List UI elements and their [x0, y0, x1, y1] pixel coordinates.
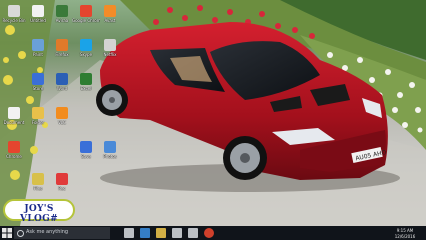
chrome-icon	[8, 141, 20, 153]
desktop-icon-folder[interactable]: Folder	[27, 106, 49, 132]
store-icon[interactable]	[172, 228, 182, 238]
save-icon	[80, 141, 92, 153]
desktop-icon-vlc[interactable]: VLC	[51, 106, 73, 132]
search-placeholder: Ask me anything	[26, 229, 69, 235]
netflix-icon	[104, 39, 116, 51]
desktop-icon-save[interactable]: Save	[75, 140, 97, 166]
desktop-icon-firefox[interactable]: Firefox	[51, 38, 73, 64]
avast-icon	[104, 5, 116, 17]
chrome-taskbar-icon[interactable]	[204, 228, 214, 238]
edge-icon[interactable]	[140, 228, 150, 238]
document-icon	[32, 5, 44, 17]
recycle-bin-icon	[8, 5, 20, 17]
document-icon	[8, 107, 20, 119]
record-icon	[56, 173, 68, 185]
aviraa-icon	[56, 5, 68, 17]
taskbar: Ask me anything 9:15 AM 12/6/2016	[0, 226, 426, 240]
desktop-icon-skype[interactable]: Skype	[75, 38, 97, 64]
desktop-icon-chrome[interactable]: Chrome	[3, 140, 25, 166]
desktop-icon-rec[interactable]: Rec	[51, 172, 73, 198]
desktop-icon-untitled[interactable]: Untitled	[27, 4, 49, 30]
excel-icon	[80, 73, 92, 85]
windows-start-icon[interactable]	[2, 228, 12, 238]
clock-date: 12/6/2016	[394, 234, 416, 239]
search-icon	[17, 230, 24, 237]
paint-icon	[32, 39, 44, 51]
desktop-icon-word[interactable]: Word	[51, 72, 73, 98]
cortana-search-box[interactable]: Ask me anything	[14, 227, 110, 239]
clock[interactable]: 9:15 AM 12/6/2016	[390, 228, 420, 240]
desktop-icon-document[interactable]: Document	[3, 106, 25, 132]
mail-icon[interactable]	[188, 228, 198, 238]
vlc-icon	[56, 107, 68, 119]
desktop-icon-files[interactable]: Files	[27, 172, 49, 198]
desktop-icon-paint[interactable]: Paint	[27, 38, 49, 64]
file-explorer-icon[interactable]	[156, 228, 166, 238]
desktop-icon-store[interactable]: Store	[27, 72, 49, 98]
skype-icon	[80, 39, 92, 51]
desktop-screen: AU05 AHO Recycle Bin Untitled Aviraa Goo…	[0, 0, 426, 240]
desktop-icon-photos[interactable]: Photos	[99, 140, 121, 166]
desktop-icon-google-chrome[interactable]: Google Chrome	[72, 4, 100, 30]
chrome-icon	[80, 5, 92, 17]
folder-icon	[32, 107, 44, 119]
word-icon	[56, 73, 68, 85]
desktop-icon-excel[interactable]: Excel	[75, 72, 97, 98]
desktop-icon-netflix[interactable]: Netflix	[99, 38, 121, 64]
desktop-icon-recycle-bin[interactable]: Recycle Bin	[2, 4, 26, 30]
task-view-icon[interactable]	[124, 228, 134, 238]
files-icon	[32, 173, 44, 185]
desktop-icon-avast[interactable]: Avast	[99, 4, 121, 30]
channel-watermark: JOY'S VLOG#	[3, 199, 75, 224]
photos-icon	[104, 141, 116, 153]
store-icon	[32, 73, 44, 85]
watermark-text: JOY'S VLOG#	[20, 204, 58, 224]
firefox-icon	[56, 39, 68, 51]
desktop-icon-aviraa[interactable]: Aviraa	[51, 4, 73, 30]
